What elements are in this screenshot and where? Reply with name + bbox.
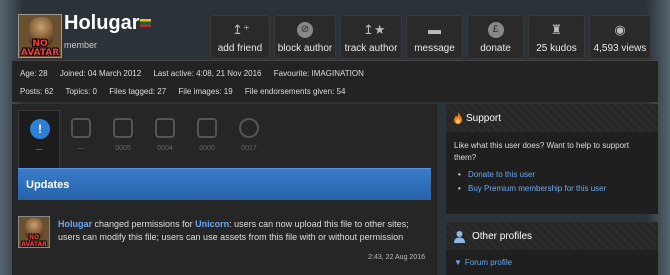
- entry-text: Holugar changed permissions for Unicorn:…: [58, 218, 428, 244]
- profile-tabs: ! — — 0005 0004 0000 0017: [18, 110, 270, 170]
- update-entry: NO AVATAR Holugar changed permissions fo…: [18, 216, 431, 266]
- flame-icon: [454, 112, 462, 124]
- avatar-text-line1: NO: [28, 234, 40, 241]
- tab-files[interactable]: 0005: [102, 110, 144, 168]
- updates-header: Updates: [18, 168, 431, 200]
- username: Holugar: [64, 12, 140, 34]
- forum-profile-link[interactable]: ▼ Forum profile: [454, 258, 512, 267]
- stat-file-endorsements: File endorsements given: 54: [244, 87, 346, 96]
- tab-users[interactable]: 0017: [228, 110, 270, 168]
- updates-icon: !: [30, 119, 50, 139]
- donate-link[interactable]: Donate to this user: [458, 170, 638, 180]
- track-author-label: track author: [344, 43, 398, 54]
- entry-text-part1: changed permissions for: [92, 219, 196, 229]
- other-profiles-panel: Other profiles ▼ Forum profile: [446, 222, 658, 275]
- tab-count: —: [77, 145, 85, 152]
- user-role: member: [64, 40, 98, 50]
- tab-images[interactable]: 0004: [144, 110, 186, 168]
- tab-count: 0017: [241, 145, 257, 152]
- support-links: Donate to this user Buy Premium membersh…: [458, 170, 638, 198]
- country-flag-icon: [140, 19, 151, 27]
- tab-count: 0000: [199, 145, 215, 152]
- user-icon: [239, 118, 259, 138]
- support-description: Like what this user does? Want to help t…: [454, 141, 629, 162]
- block-author-button[interactable]: ⊘ block author: [274, 15, 336, 59]
- image-icon: [155, 118, 175, 138]
- avatar-text-line2: AVATAR: [21, 241, 47, 248]
- views-label: 4,593 views: [593, 43, 647, 54]
- add-friend-button[interactable]: ↥⁺ add friend: [210, 15, 270, 59]
- message-label: message: [414, 43, 455, 54]
- views-counter: ◉ 4,593 views: [589, 15, 651, 59]
- premium-link[interactable]: Buy Premium membership for this user: [458, 184, 638, 194]
- stat-last-active: Last active: 4:08, 21 Nov 2016: [153, 69, 262, 78]
- tab-count: —: [35, 146, 43, 153]
- tab-updates[interactable]: ! —: [18, 110, 60, 168]
- kudos-label: 25 kudos: [536, 43, 577, 54]
- track-icon: ↥★: [363, 22, 386, 37]
- tab-videos[interactable]: 0000: [186, 110, 228, 168]
- stat-files-tagged: Files tagged: 27: [109, 87, 167, 96]
- entry-avatar[interactable]: NO AVATAR: [18, 216, 50, 248]
- video-icon: [197, 118, 217, 138]
- forum-profile-label: Forum profile: [464, 258, 513, 267]
- block-icon: ⊘: [297, 22, 313, 38]
- entry-date: 2:43, 22 Aug 2016: [368, 254, 425, 261]
- avatar-text-line2: AVATAR: [20, 48, 60, 58]
- track-author-button[interactable]: ↥★ track author: [340, 15, 402, 59]
- tab-count: 0004: [157, 145, 173, 152]
- stat-topics: Topics: 0: [65, 87, 98, 96]
- arrow-down-icon: ▼: [454, 258, 462, 267]
- stat-age: Age: 28: [20, 69, 48, 78]
- kudos-button[interactable]: ♜ 25 kudos: [528, 15, 585, 59]
- add-friend-icon: ↥⁺: [232, 22, 250, 37]
- stats-row-2: Posts: 62 Topics: 0 Files tagged: 27 Fil…: [20, 87, 355, 96]
- avatar[interactable]: NO AVATAR: [18, 14, 62, 58]
- support-panel: Support Like what this user does? Want t…: [446, 104, 658, 214]
- support-title: Support: [466, 113, 502, 124]
- stat-favourite: Favourite: IMAGINATION: [273, 69, 364, 78]
- stats-row-1: Age: 28 Joined: 04 March 2012 Last activ…: [20, 69, 374, 78]
- main-content: ! — — 0005 0004 0000 0017 Updates NO AVA…: [12, 104, 437, 275]
- donate-label: donate: [480, 43, 511, 54]
- message-button[interactable]: ▬ message: [406, 15, 463, 59]
- eye-icon: ◉: [614, 22, 626, 37]
- stat-posts: Posts: 62: [20, 87, 54, 96]
- pound-icon: £: [487, 22, 504, 38]
- add-friend-label: add friend: [217, 43, 263, 54]
- support-panel-header: Support: [446, 104, 658, 132]
- stat-file-images: File images: 19: [178, 87, 233, 96]
- kudos-icon: ♜: [550, 22, 563, 37]
- message-icon: ▬: [428, 22, 441, 37]
- donate-button[interactable]: £ donate: [467, 15, 524, 59]
- folder-icon: [113, 118, 133, 138]
- list-icon: [71, 118, 91, 138]
- entry-file-link[interactable]: Unicorn: [195, 219, 229, 229]
- tab-list[interactable]: —: [60, 110, 102, 168]
- updates-title: Updates: [26, 179, 70, 191]
- user-icon: [454, 231, 465, 243]
- block-author-label: block author: [277, 43, 333, 54]
- profile-header: NO AVATAR Holugar member ↥⁺ add friend ⊘…: [12, 10, 658, 59]
- other-profiles-header: Other profiles: [446, 222, 658, 250]
- tab-count: 0005: [115, 145, 131, 152]
- profile-stats: Age: 28 Joined: 04 March 2012 Last activ…: [12, 60, 658, 102]
- entry-user-link[interactable]: Holugar: [58, 219, 92, 229]
- stat-joined: Joined: 04 March 2012: [59, 69, 142, 78]
- other-profiles-title: Other profiles: [472, 231, 533, 242]
- profile-actions: ↥⁺ add friend ⊘ block author ↥★ track au…: [210, 15, 651, 59]
